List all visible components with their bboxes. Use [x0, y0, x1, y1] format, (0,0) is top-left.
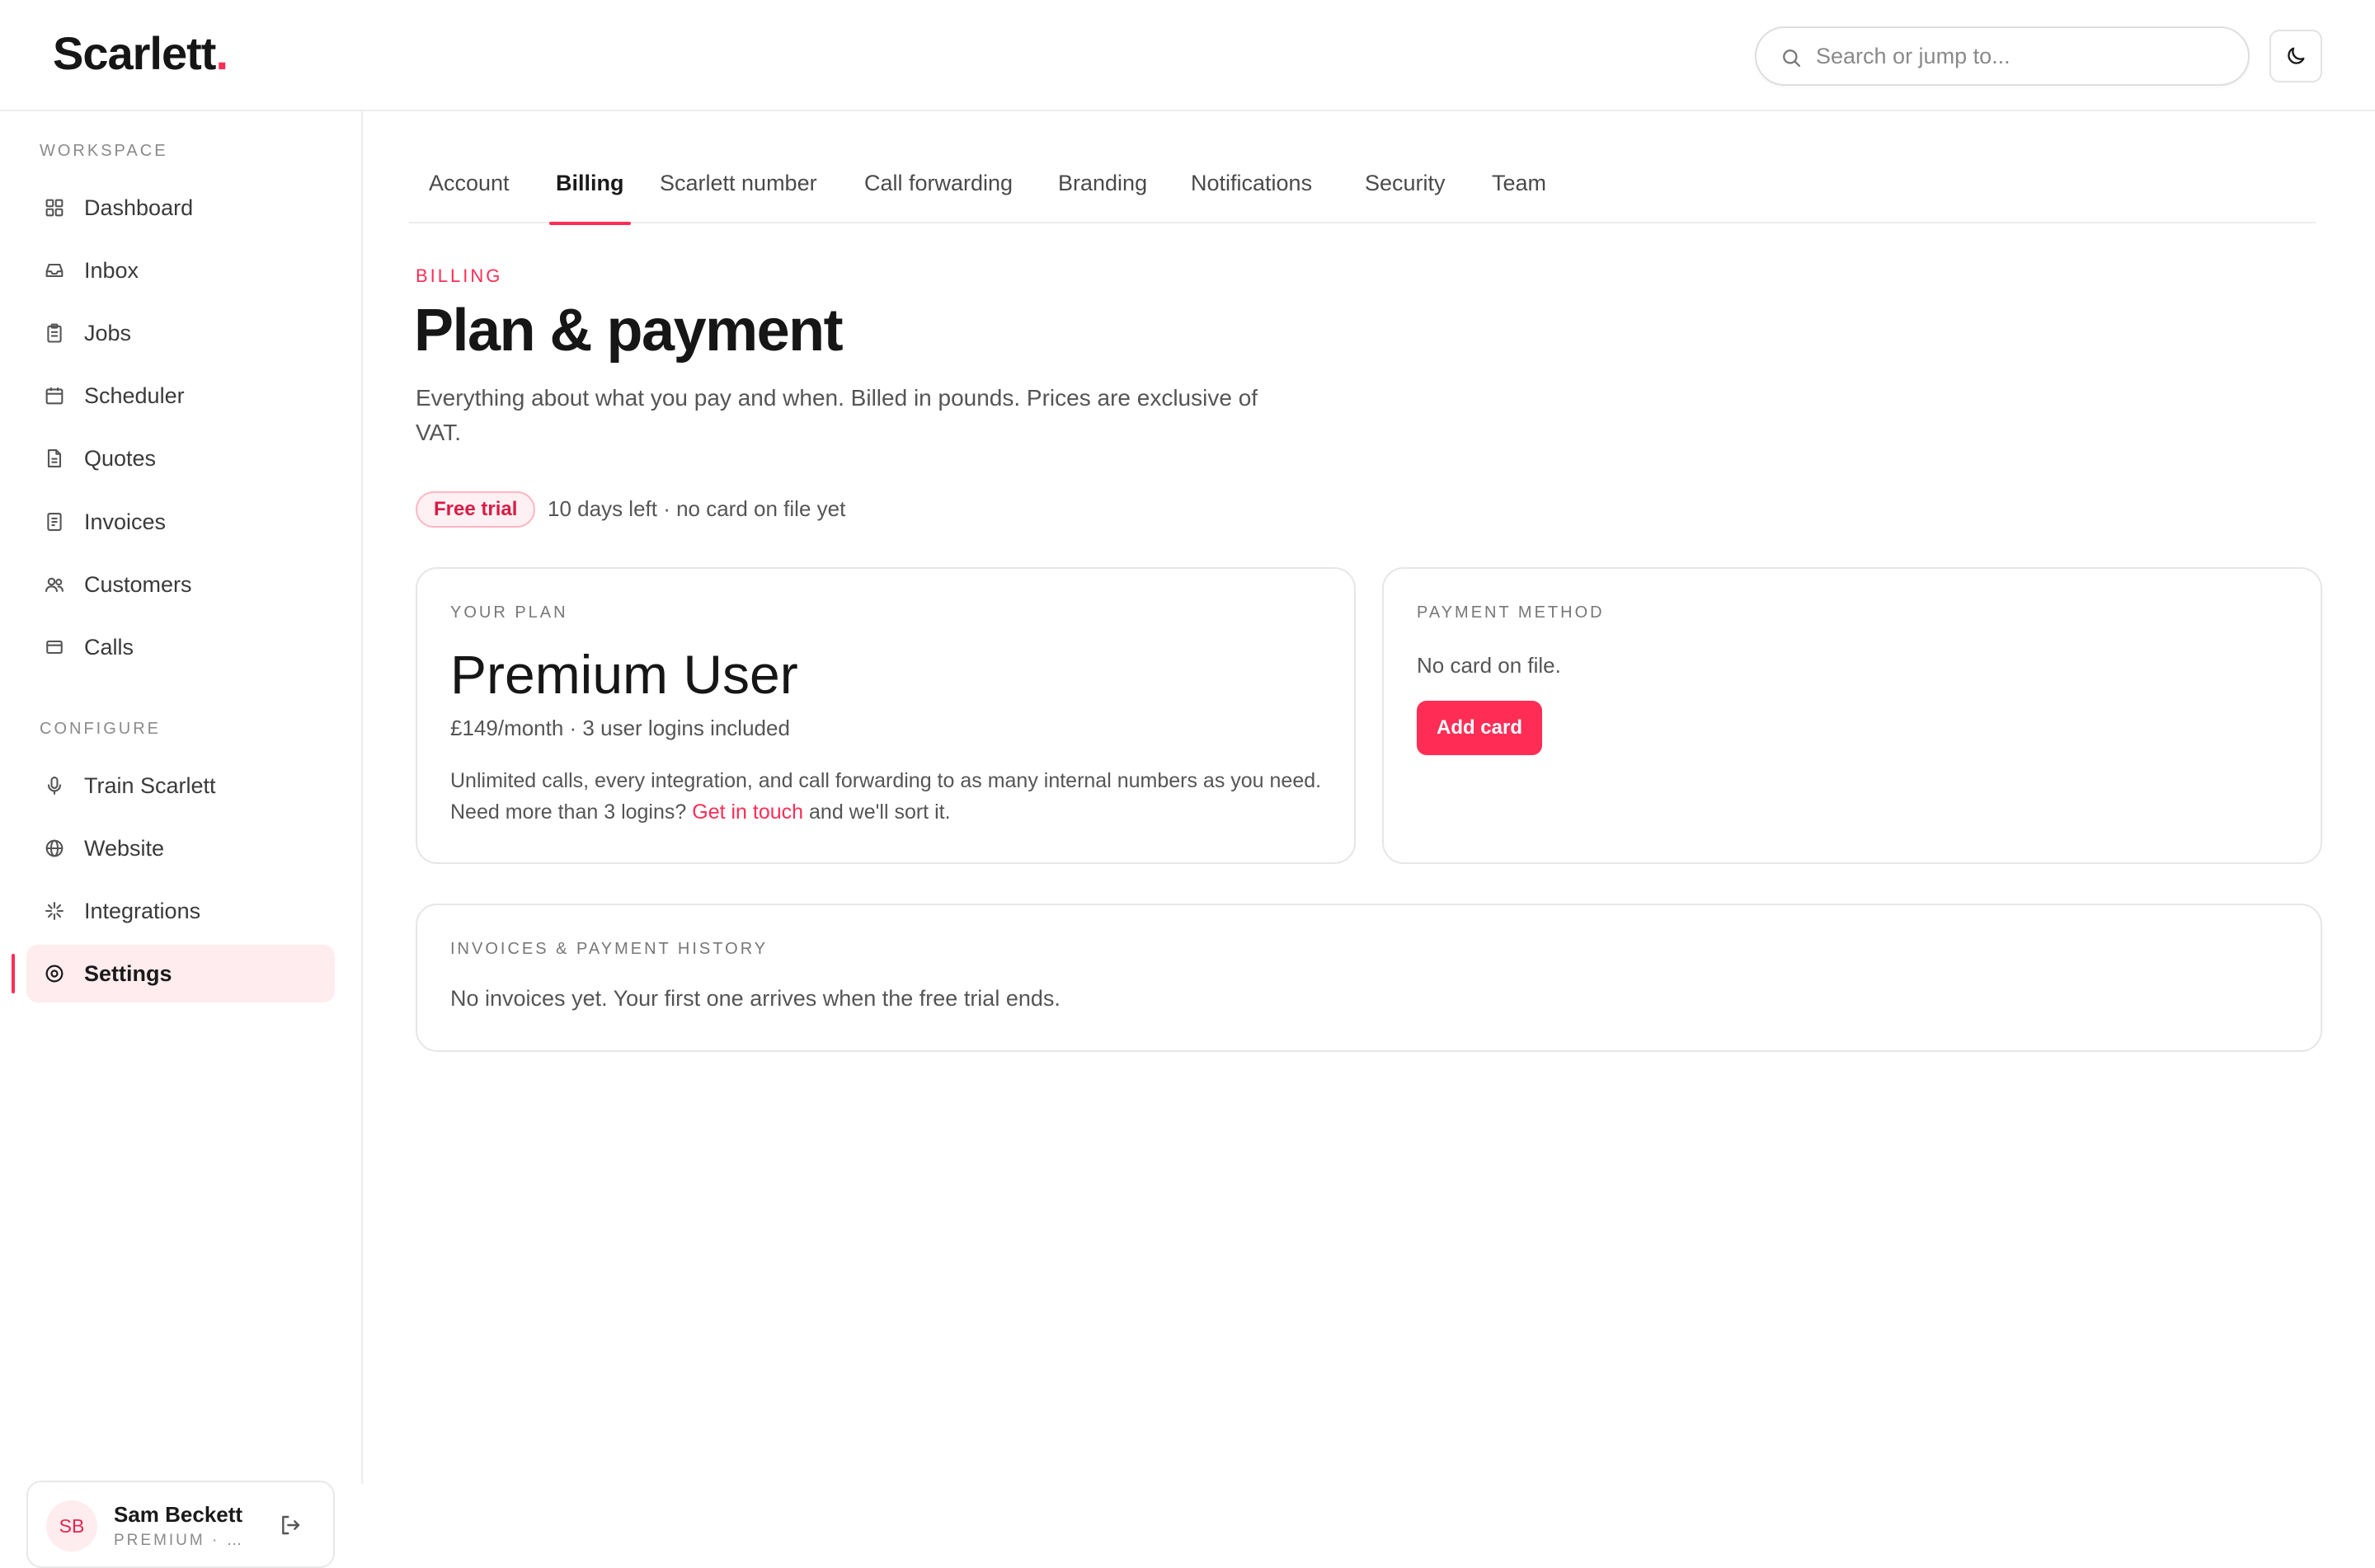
- search-box[interactable]: [1755, 26, 2250, 86]
- sidebar-item-label: Calls: [84, 634, 134, 660]
- calendar-icon: [45, 387, 63, 405]
- sidebar-item-label: Inbox: [84, 257, 139, 283]
- sidebar-item-quotes[interactable]: Quotes: [26, 430, 335, 487]
- tab-account[interactable]: Account: [429, 144, 510, 223]
- invoices-card-label: INVOICES & PAYMENT HISTORY: [450, 940, 769, 958]
- tab-security[interactable]: Security: [1365, 144, 1446, 223]
- user-name: Sam Beckett: [114, 1502, 243, 1527]
- sidebar-item-inbox[interactable]: Inbox: [26, 242, 335, 299]
- grid-icon: [45, 199, 63, 217]
- sidebar-item-label: Scheduler: [84, 383, 185, 408]
- trial-status-text: 10 days left · no card on file yet: [548, 496, 846, 521]
- brand-logo[interactable]: Scarlett.: [53, 26, 228, 80]
- tab-scarlett-number[interactable]: Scarlett number: [660, 144, 817, 223]
- sidebar-item-jobs[interactable]: Jobs: [26, 304, 335, 362]
- add-card-button[interactable]: Add card: [1417, 701, 1542, 755]
- tab-branding[interactable]: Branding: [1058, 144, 1147, 223]
- brand-dot: .: [215, 27, 228, 79]
- avatar: SB: [46, 1500, 97, 1552]
- plan-name: Premium User: [450, 644, 798, 705]
- get-in-touch-link[interactable]: Get in touch: [692, 800, 803, 824]
- active-indicator: [12, 954, 15, 993]
- moon-icon: [2288, 47, 2305, 64]
- receipt-icon: [47, 513, 62, 531]
- search-input[interactable]: [1816, 40, 2228, 73]
- plan-card-label: YOUR PLAN: [450, 603, 568, 622]
- user-card[interactable]: SB Sam Beckett PREMIUM · S...: [26, 1481, 335, 1568]
- payment-method-card: PAYMENT METHOD No card on file. Add card: [1382, 567, 2322, 864]
- sidebar-item-dashboard[interactable]: Dashboard: [26, 179, 335, 237]
- sidebar-item-label: Invoices: [84, 509, 167, 534]
- settings-icon: [45, 965, 63, 983]
- sidebar-item-calls[interactable]: Calls: [26, 618, 335, 676]
- invoices-card: INVOICES & PAYMENT HISTORY No invoices y…: [416, 904, 2322, 1052]
- settings-tabs: Account Billing Scarlett number Call for…: [409, 144, 2316, 225]
- section-label-configure: CONFIGURE: [40, 720, 161, 738]
- sidebar-item-label: Settings: [84, 960, 172, 986]
- sidebar-item-label: Integrations: [84, 898, 201, 923]
- user-plan: PREMIUM · S...: [114, 1532, 254, 1549]
- phone-card-icon: [46, 640, 63, 655]
- top-header: Scarlett.: [0, 0, 2375, 111]
- page-title: Plan & payment: [414, 298, 844, 364]
- sidebar-item-label: Dashboard: [84, 195, 194, 220]
- sidebar-item-label: Jobs: [84, 320, 132, 345]
- search-icon: [1783, 49, 1801, 68]
- status-badge: Free trial: [416, 491, 536, 528]
- logout-icon[interactable]: [277, 1512, 303, 1538]
- sidebar-item-label: Customers: [84, 571, 192, 597]
- sparkle-icon: [45, 902, 63, 920]
- document-icon: [47, 449, 62, 467]
- sidebar-item-label: Website: [84, 835, 165, 861]
- sidebar-item-settings[interactable]: Settings: [26, 945, 335, 1002]
- inbox-icon: [45, 263, 63, 278]
- sidebar-item-label: Quotes: [84, 445, 157, 471]
- section-label-workspace: WORKSPACE: [40, 142, 168, 160]
- payment-status-text: No card on file.: [1417, 653, 1561, 678]
- brand-name: Scarlett: [53, 27, 216, 79]
- sidebar-item-label: Train Scarlett: [84, 772, 216, 798]
- microphone-icon: [47, 777, 62, 795]
- sidebar-item-integrations[interactable]: Integrations: [26, 882, 335, 940]
- tab-notifications[interactable]: Notifications: [1191, 144, 1312, 223]
- sidebar-item-invoices[interactable]: Invoices: [26, 493, 335, 551]
- clipboard-icon: [47, 323, 62, 343]
- users-icon: [45, 577, 63, 593]
- tab-call-forwarding[interactable]: Call forwarding: [864, 144, 1013, 223]
- plan-card: YOUR PLAN Premium User £149/month · 3 us…: [416, 567, 1356, 864]
- sidebar-item-train-scarlett[interactable]: Train Scarlett: [26, 757, 335, 815]
- globe-icon: [45, 839, 63, 857]
- tab-billing[interactable]: Billing: [549, 144, 630, 225]
- theme-toggle-button[interactable]: [2269, 30, 2322, 82]
- plan-description-tail: and we'll sort it.: [803, 800, 951, 824]
- tab-team[interactable]: Team: [1492, 144, 1546, 223]
- sidebar-item-scheduler[interactable]: Scheduler: [26, 367, 335, 425]
- sidebar: WORKSPACE Dashboard Inbox Jobs Scheduler…: [0, 111, 363, 1568]
- plan-price: £149/month · 3 user logins included: [450, 716, 790, 740]
- invoices-empty-text: No invoices yet. Your first one arrives …: [450, 986, 1061, 1011]
- page-description: Everything about what you pay and when. …: [416, 385, 1258, 445]
- plan-description: Unlimited calls, every integration, and …: [450, 765, 1324, 828]
- sidebar-item-website[interactable]: Website: [26, 819, 335, 877]
- page-eyebrow: BILLING: [416, 265, 503, 286]
- payment-card-label: PAYMENT METHOD: [1417, 603, 1605, 622]
- sidebar-item-customers[interactable]: Customers: [26, 556, 335, 613]
